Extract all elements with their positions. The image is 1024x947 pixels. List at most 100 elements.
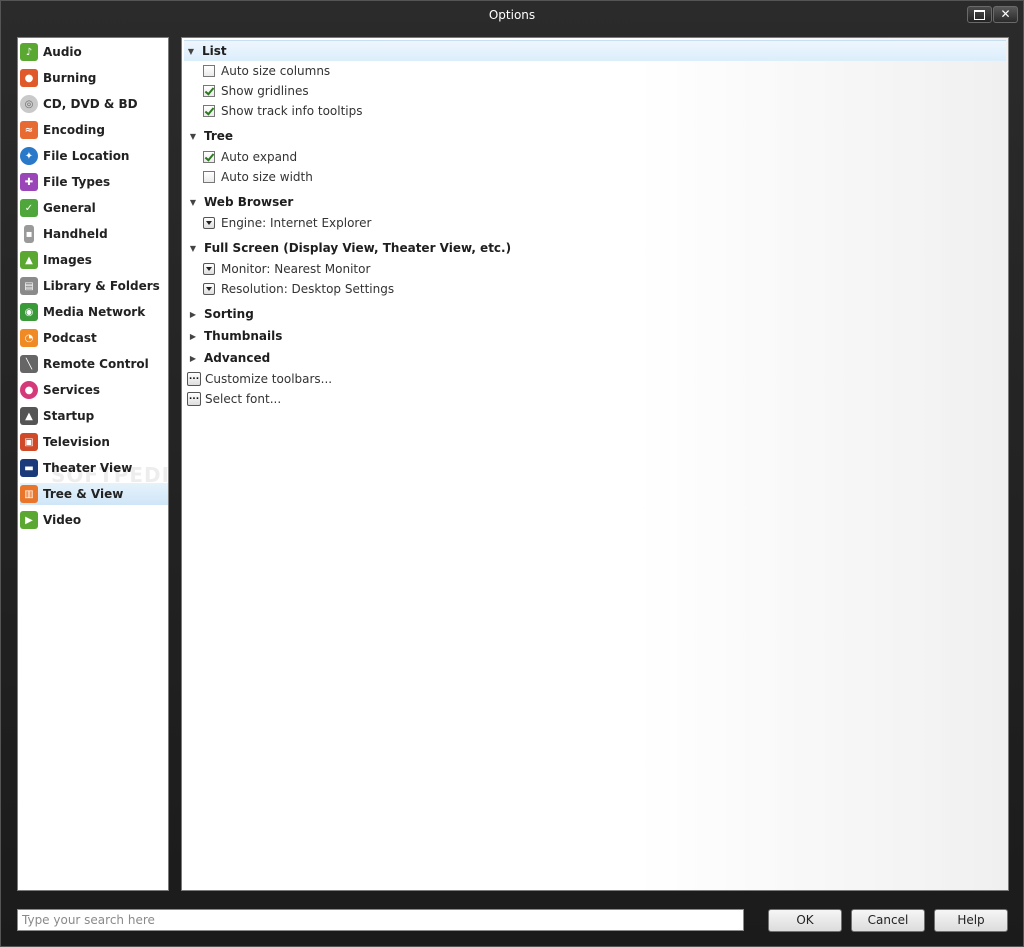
checkbox-auto-size-columns[interactable] xyxy=(203,65,215,77)
globe-icon: ✦ xyxy=(20,147,38,165)
checkbox-auto-size-width[interactable] xyxy=(203,171,215,183)
cancel-button[interactable]: Cancel xyxy=(851,909,925,932)
close-icon: ✕ xyxy=(1000,7,1011,21)
sidebar-item-services[interactable]: ● Services xyxy=(20,379,168,401)
option-monitor[interactable]: Monitor: Nearest Monitor xyxy=(203,260,370,278)
sidebar-item-label: Handheld xyxy=(43,227,108,241)
category-sidebar: ♪ Audio ● Burning ◎ CD, DVD & BD ≈ Encod… xyxy=(17,37,169,891)
section-full-screen[interactable]: ▼ Full Screen (Display View, Theater Vie… xyxy=(186,238,511,258)
dropdown-arrow-icon[interactable] xyxy=(203,263,215,275)
remote-icon: ╲ xyxy=(20,355,38,373)
collapsed-triangle-icon: ▶ xyxy=(189,353,197,363)
sidebar-item-label: File Types xyxy=(43,175,111,189)
burning-icon: ● xyxy=(20,69,38,87)
option-auto-expand: Auto expand xyxy=(203,148,297,166)
section-title: List xyxy=(202,44,227,58)
close-button[interactable]: ✕ xyxy=(993,6,1018,23)
section-title: Tree xyxy=(204,129,234,143)
checkbox-auto-expand[interactable] xyxy=(203,151,215,163)
sidebar-item-label: Images xyxy=(43,253,92,267)
option-label: Auto size columns xyxy=(221,64,331,78)
section-title: Web Browser xyxy=(204,195,294,209)
collapsed-triangle-icon: ▶ xyxy=(189,331,197,341)
sidebar-item-cd-dvd-bd[interactable]: ◎ CD, DVD & BD xyxy=(20,93,168,115)
expanded-triangle-icon: ▼ xyxy=(189,131,197,141)
startup-icon: ▲ xyxy=(20,407,38,425)
audio-icon: ♪ xyxy=(20,43,38,61)
option-label: Resolution: Desktop Settings xyxy=(221,282,395,296)
sidebar-item-label: Tree & View xyxy=(43,487,124,501)
sidebar-item-label: Remote Control xyxy=(43,357,149,371)
maximize-icon xyxy=(974,10,985,20)
option-resolution[interactable]: Resolution: Desktop Settings xyxy=(203,280,394,298)
option-label: Monitor: Nearest Monitor xyxy=(221,262,371,276)
disc-icon: ◎ xyxy=(20,95,38,113)
dropdown-arrow-icon[interactable] xyxy=(203,283,215,295)
sidebar-item-library-folders[interactable]: ▤ Library & Folders xyxy=(20,275,168,297)
sidebar-item-audio[interactable]: ♪ Audio xyxy=(20,41,168,63)
sidebar-item-label: Burning xyxy=(43,71,97,85)
sidebar-item-television[interactable]: ▣ Television xyxy=(20,431,168,453)
window-title: Options xyxy=(488,8,536,22)
sidebar-item-burning[interactable]: ● Burning xyxy=(20,67,168,89)
expanded-triangle-icon: ▼ xyxy=(189,243,197,253)
sidebar-item-images[interactable]: ▲ Images xyxy=(20,249,168,271)
ellipsis-icon[interactable]: ... xyxy=(187,372,201,386)
section-tree[interactable]: ▼ Tree xyxy=(186,126,233,146)
option-auto-size-columns: Auto size columns xyxy=(203,62,330,80)
sidebar-item-label: Media Network xyxy=(43,305,146,319)
sidebar-item-label: Podcast xyxy=(43,331,97,345)
sidebar-item-label: Audio xyxy=(43,45,82,59)
sidebar-item-label: CD, DVD & BD xyxy=(43,97,138,111)
title-bar: Options ✕ xyxy=(1,1,1023,31)
encoding-icon: ≈ xyxy=(20,121,38,139)
collapsed-triangle-icon: ▶ xyxy=(189,309,197,319)
sidebar-item-encoding[interactable]: ≈ Encoding xyxy=(20,119,168,141)
sidebar-item-label: Video xyxy=(43,513,82,527)
sidebar-item-media-network[interactable]: ◉ Media Network xyxy=(20,301,168,323)
option-show-gridlines: Show gridlines xyxy=(203,82,309,100)
checkbox-show-track-info-tooltips[interactable] xyxy=(203,105,215,117)
sidebar-item-podcast[interactable]: ◔ Podcast xyxy=(20,327,168,349)
sidebar-item-startup[interactable]: ▲ Startup xyxy=(20,405,168,427)
sidebar-item-file-types[interactable]: ✚ File Types xyxy=(20,171,168,193)
sidebar-item-general[interactable]: ✓ General xyxy=(20,197,168,219)
select-font-button[interactable]: ... Select font... xyxy=(187,390,281,408)
section-title: Sorting xyxy=(204,307,254,321)
sidebar-item-label: File Location xyxy=(43,149,130,163)
expanded-triangle-icon: ▼ xyxy=(187,46,195,56)
section-list[interactable]: ▼ List xyxy=(184,40,1006,61)
podcast-icon: ◔ xyxy=(20,329,38,347)
theater-icon: ▬ xyxy=(20,459,38,477)
help-button[interactable]: Help xyxy=(934,909,1008,932)
television-icon: ▣ xyxy=(20,433,38,451)
option-label: Select font... xyxy=(205,392,282,406)
images-icon: ▲ xyxy=(20,251,38,269)
options-content-panel: ▼ List Auto size columns Show gridlines … xyxy=(181,37,1009,891)
sidebar-item-file-location[interactable]: ✦ File Location xyxy=(20,145,168,167)
customize-toolbars-button[interactable]: ... Customize toolbars... xyxy=(187,370,332,388)
section-sorting[interactable]: ▶ Sorting xyxy=(186,304,254,324)
library-icon: ▤ xyxy=(20,277,38,295)
tree-view-icon: ▥ xyxy=(20,485,38,503)
option-engine[interactable]: Engine: Internet Explorer xyxy=(203,214,371,232)
sidebar-item-video[interactable]: ▶ Video xyxy=(20,509,168,531)
section-title: Advanced xyxy=(204,351,271,365)
section-advanced[interactable]: ▶ Advanced xyxy=(186,348,270,368)
search-input[interactable] xyxy=(17,909,744,931)
expanded-triangle-icon: ▼ xyxy=(189,197,197,207)
dropdown-arrow-icon[interactable] xyxy=(203,217,215,229)
option-label: Show track info tooltips xyxy=(221,104,363,118)
section-web-browser[interactable]: ▼ Web Browser xyxy=(186,192,293,212)
section-title: Thumbnails xyxy=(204,329,283,343)
option-label: Customize toolbars... xyxy=(205,372,333,386)
sidebar-item-handheld[interactable]: ▪ Handheld xyxy=(20,223,168,245)
section-thumbnails[interactable]: ▶ Thumbnails xyxy=(186,326,282,346)
ellipsis-icon[interactable]: ... xyxy=(187,392,201,406)
option-label: Auto size width xyxy=(221,170,313,184)
sidebar-item-remote-control[interactable]: ╲ Remote Control xyxy=(20,353,168,375)
ok-button[interactable]: OK xyxy=(768,909,842,932)
maximize-button[interactable] xyxy=(967,6,992,23)
checkbox-show-gridlines[interactable] xyxy=(203,85,215,97)
sidebar-item-label: General xyxy=(43,201,96,215)
